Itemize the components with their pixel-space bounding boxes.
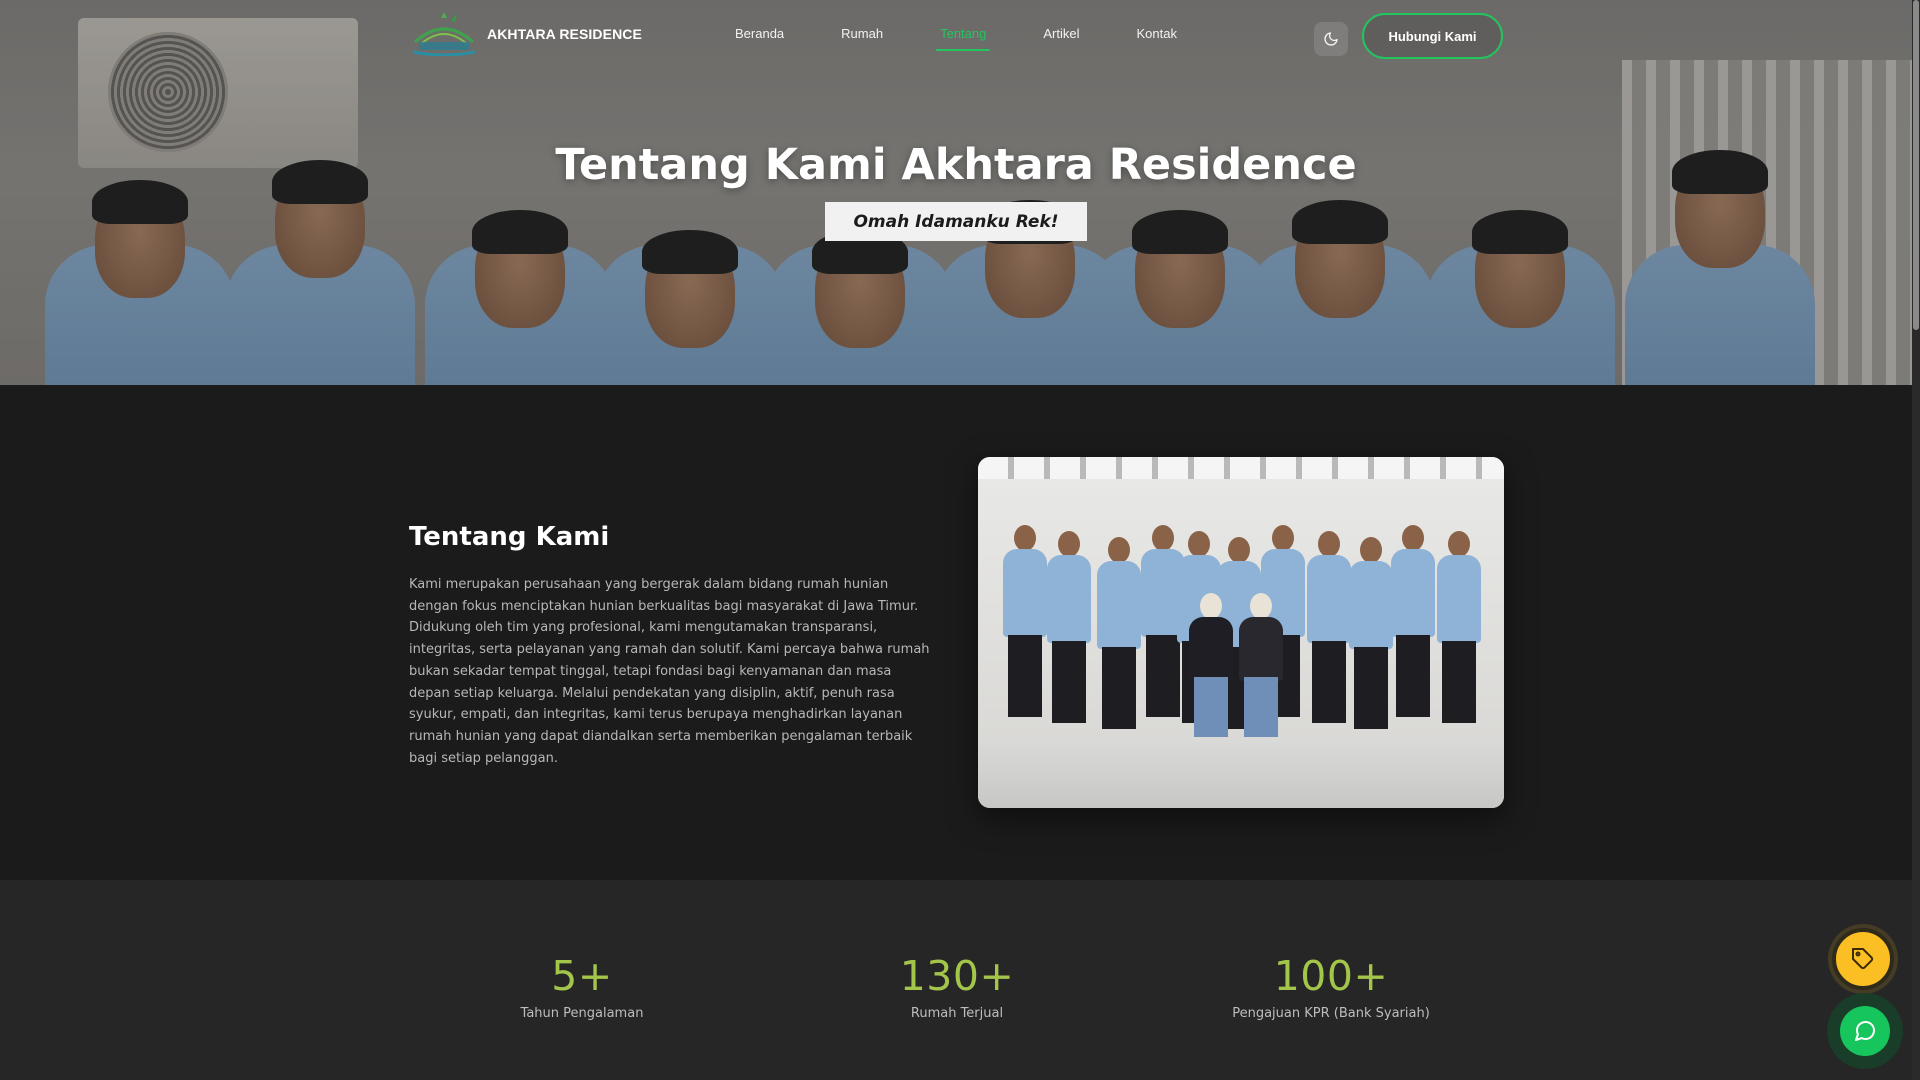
logo-icon bbox=[411, 12, 477, 57]
team-photo bbox=[978, 457, 1504, 808]
brand[interactable]: AKHTARA RESIDENCE bbox=[411, 12, 642, 57]
stat-value: 100+ bbox=[1273, 952, 1389, 1000]
nav-link-kontak[interactable]: Kontak bbox=[1136, 26, 1176, 41]
page-scrollbar[interactable] bbox=[1912, 0, 1920, 1080]
nav-link-tentang[interactable]: Tentang bbox=[936, 26, 991, 51]
about-heading: Tentang Kami bbox=[409, 522, 610, 552]
moon-icon bbox=[1324, 32, 1338, 46]
stat-label: Pengajuan KPR (Bank Syariah) bbox=[1232, 1006, 1430, 1021]
navbar: AKHTARA RESIDENCE Beranda Rumah Tentang … bbox=[0, 0, 1912, 72]
chat-icon bbox=[1855, 1020, 1876, 1041]
nav-link-rumah[interactable]: Rumah bbox=[841, 26, 883, 41]
theme-toggle-button[interactable] bbox=[1314, 22, 1348, 56]
about-description: Kami merupakan perusahaan yang bergerak … bbox=[409, 577, 930, 766]
team-member-seated-figure bbox=[1186, 593, 1236, 743]
brand-name: AKHTARA RESIDENCE bbox=[487, 26, 642, 42]
stat-label: Tahun Pengalaman bbox=[520, 1006, 644, 1021]
stat-value: 5+ bbox=[551, 952, 613, 1000]
stat-label: Rumah Terjual bbox=[910, 1006, 1004, 1021]
chat-button-inner bbox=[1840, 1006, 1890, 1056]
hero-title: Tentang Kami Akhtara Residence bbox=[555, 140, 1357, 190]
scrollbar-thumb[interactable] bbox=[1913, 0, 1919, 330]
team-member-figure bbox=[1000, 525, 1050, 765]
hero-tagline: Omah Idamanku Rek! bbox=[825, 202, 1087, 241]
team-member-figure bbox=[1434, 531, 1484, 771]
stat-experience: 5+ Tahun Pengalaman bbox=[432, 952, 732, 1021]
stat-value: 130+ bbox=[899, 952, 1015, 1000]
nav-link-artikel[interactable]: Artikel bbox=[1043, 26, 1079, 41]
stats-section: 5+ Tahun Pengalaman 130+ Rumah Terjual 1… bbox=[0, 880, 1912, 1080]
contact-us-button[interactable]: Hubungi Kami bbox=[1362, 13, 1503, 59]
team-member-figure bbox=[1044, 531, 1094, 771]
stat-houses-sold: 130+ Rumah Terjual bbox=[807, 952, 1107, 1021]
team-member-seated-figure bbox=[1236, 593, 1286, 743]
nav-links: Beranda Rumah Tentang Artikel Kontak bbox=[735, 26, 1234, 51]
stat-kpr: 100+ Pengajuan KPR (Bank Syariah) bbox=[1181, 952, 1481, 1021]
team-member-figure bbox=[1388, 525, 1438, 765]
team-member-figure bbox=[1094, 537, 1144, 777]
chat-button[interactable] bbox=[1827, 993, 1903, 1069]
about-section: Tentang Kami Kami merupakan perusahaan y… bbox=[0, 385, 1912, 880]
tag-icon bbox=[1852, 948, 1874, 970]
promo-button[interactable] bbox=[1832, 928, 1894, 990]
nav-link-beranda[interactable]: Beranda bbox=[735, 26, 784, 41]
hero-section: AKHTARA RESIDENCE Beranda Rumah Tentang … bbox=[0, 0, 1912, 385]
